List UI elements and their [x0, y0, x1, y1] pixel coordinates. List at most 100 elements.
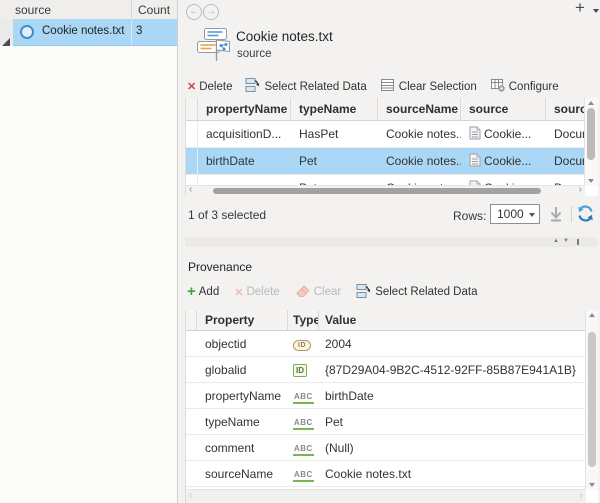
select-related-data-button[interactable]: Select Related Data — [356, 283, 477, 302]
cell-value[interactable]: 2004 — [319, 337, 586, 351]
add-button[interactable]: Add — [187, 286, 219, 299]
cell-value[interactable]: Pet — [319, 415, 586, 429]
document-icon — [469, 153, 481, 170]
column-header-value[interactable]: Value — [319, 310, 586, 330]
column-header-type[interactable]: Type — [288, 310, 319, 330]
source-list-item-selected[interactable]: Cookie notes.txt 3 — [13, 19, 177, 46]
cell-value[interactable]: (Null) — [319, 441, 586, 455]
source-list-panel: source Count Cookie notes.txt 3 — [0, 0, 178, 503]
cell-property: propertyName — [197, 389, 288, 403]
table-row-selected[interactable]: birthDate Pet Cookie notes... Cookie... … — [186, 148, 585, 175]
column-header-typename[interactable]: typeName — [291, 98, 378, 120]
splitter-grip-icon[interactable] — [577, 239, 579, 245]
cell-source-2: Docum — [546, 154, 585, 168]
splitter-down-icon[interactable]: ▼ — [563, 238, 569, 244]
eraser-icon — [295, 283, 311, 302]
column-divider — [131, 0, 132, 19]
column-divider — [131, 19, 132, 45]
cell-type: ABC — [288, 414, 319, 430]
select-related-data-label: Select Related Data — [264, 81, 366, 93]
rows-count-select[interactable]: 1000 — [490, 204, 540, 224]
row-selector[interactable] — [186, 121, 198, 147]
scroll-down-icon[interactable] — [589, 483, 595, 487]
cell-property: comment — [197, 441, 288, 455]
section-splitter[interactable]: ▲ ▼ — [185, 237, 597, 247]
scroll-left-icon[interactable]: ‹ — [189, 184, 192, 195]
cell-value[interactable]: Cookie notes.txt — [319, 467, 586, 481]
property-row[interactable]: comment ABC (Null) — [186, 435, 586, 461]
cell-type: ID — [288, 336, 319, 351]
property-row[interactable]: propertyName ABC birthDate — [186, 383, 586, 409]
property-row[interactable]: globalid ID {87D29A04-9B2C-4512-92FF-85B… — [186, 357, 586, 383]
text-type-icon: ABC — [293, 392, 314, 404]
delete-button[interactable]: Delete — [187, 80, 232, 93]
scroll-up-icon[interactable] — [588, 101, 594, 105]
table-row[interactable]: acquisitionD... HasPet Cookie notes... C… — [186, 121, 585, 148]
cell-property: globalid — [197, 363, 288, 377]
scrollbar-thumb[interactable] — [588, 332, 596, 467]
scroll-down-icon[interactable] — [588, 179, 594, 183]
scroll-right-icon[interactable]: › — [580, 490, 583, 501]
expander-triangle-icon[interactable] — [2, 38, 10, 46]
vertical-scrollbar[interactable] — [584, 98, 598, 186]
clear-selection-button[interactable]: Clear Selection — [380, 77, 477, 96]
property-row[interactable]: typeName ABC Pet — [186, 409, 586, 435]
cell-typename: Pet — [291, 154, 378, 168]
row-selector-header[interactable] — [186, 310, 197, 330]
column-header-propertyname[interactable]: propertyName — [198, 98, 291, 120]
objectid-type-icon: ID — [293, 340, 311, 351]
select-related-data-button[interactable]: Select Related Data — [245, 77, 366, 96]
plus-icon — [187, 286, 196, 299]
delete-label: Delete — [246, 286, 279, 298]
document-icon — [469, 126, 481, 143]
refresh-button[interactable] — [576, 204, 595, 226]
splitter-up-icon[interactable]: ▲ — [553, 238, 559, 244]
cell-type: ABC — [288, 440, 319, 456]
scroll-up-icon[interactable] — [589, 313, 595, 317]
records-table: propertyName typeName sourceName source … — [185, 98, 598, 196]
column-header-sourcename[interactable]: sourceName — [378, 98, 461, 120]
horizontal-scrollbar[interactable]: ‹ › — [186, 185, 585, 196]
cell-sourcename: Cookie notes... — [378, 127, 461, 141]
cell-propertyname: acquisitionD... — [198, 127, 291, 141]
forward-button[interactable] — [203, 4, 219, 20]
provenance-section-title: Provenance — [188, 260, 252, 274]
select-related-data-icon — [245, 77, 261, 96]
cell-source: Cookie... — [461, 126, 546, 143]
cell-value[interactable]: {87D29A04-9B2C-4512-92FF-85B87E941A1B} — [319, 363, 586, 377]
delete-button-disabled[interactable]: Delete — [234, 286, 279, 299]
scrollbar-thumb[interactable] — [213, 188, 541, 194]
back-button[interactable] — [186, 4, 202, 20]
records-table-header: propertyName typeName sourceName source … — [186, 98, 585, 121]
count-column-header[interactable]: Count — [138, 3, 170, 17]
add-panel-menu-button[interactable]: + — [575, 0, 600, 18]
scrollbar-thumb[interactable] — [587, 108, 595, 160]
scroll-right-icon[interactable]: › — [579, 184, 582, 195]
cell-sourcename: Cookie notes... — [378, 154, 461, 168]
cell-property: typeName — [197, 415, 288, 429]
provenance-table-header: Property Type Value — [186, 310, 586, 331]
row-selector[interactable] — [186, 148, 198, 174]
cell-type: ABC — [288, 388, 319, 404]
column-header-property[interactable]: Property — [197, 310, 288, 330]
vertical-scrollbar[interactable] — [585, 310, 598, 490]
clear-label: Clear — [314, 286, 341, 298]
column-header-source-2[interactable]: source — [546, 98, 585, 120]
cell-property: objectid — [197, 337, 288, 351]
row-selector-header[interactable] — [186, 98, 198, 120]
scroll-left-icon[interactable]: ‹ — [189, 490, 192, 501]
source-column-header[interactable]: source — [15, 3, 51, 17]
configure-button[interactable]: Configure — [490, 77, 559, 96]
download-rows-button[interactable] — [548, 205, 564, 226]
cell-value[interactable]: birthDate — [319, 389, 586, 403]
item-details-window: source Count Cookie notes.txt 3 + — [0, 0, 600, 503]
column-header-source[interactable]: source — [461, 98, 546, 120]
globalid-type-icon: ID — [293, 364, 307, 377]
property-row[interactable]: objectid ID 2004 — [186, 331, 586, 357]
provenance-toolbar: Add Delete Clear Select Related Data — [187, 283, 477, 301]
property-row[interactable]: sourceName ABC Cookie notes.txt — [186, 461, 586, 487]
clear-button-disabled[interactable]: Clear — [295, 283, 341, 302]
horizontal-scrollbar[interactable]: ‹ › — [186, 489, 586, 503]
provenance-table: Property Type Value objectid ID 2004 glo… — [185, 310, 598, 503]
rows-count-value: 1000 — [497, 207, 524, 221]
